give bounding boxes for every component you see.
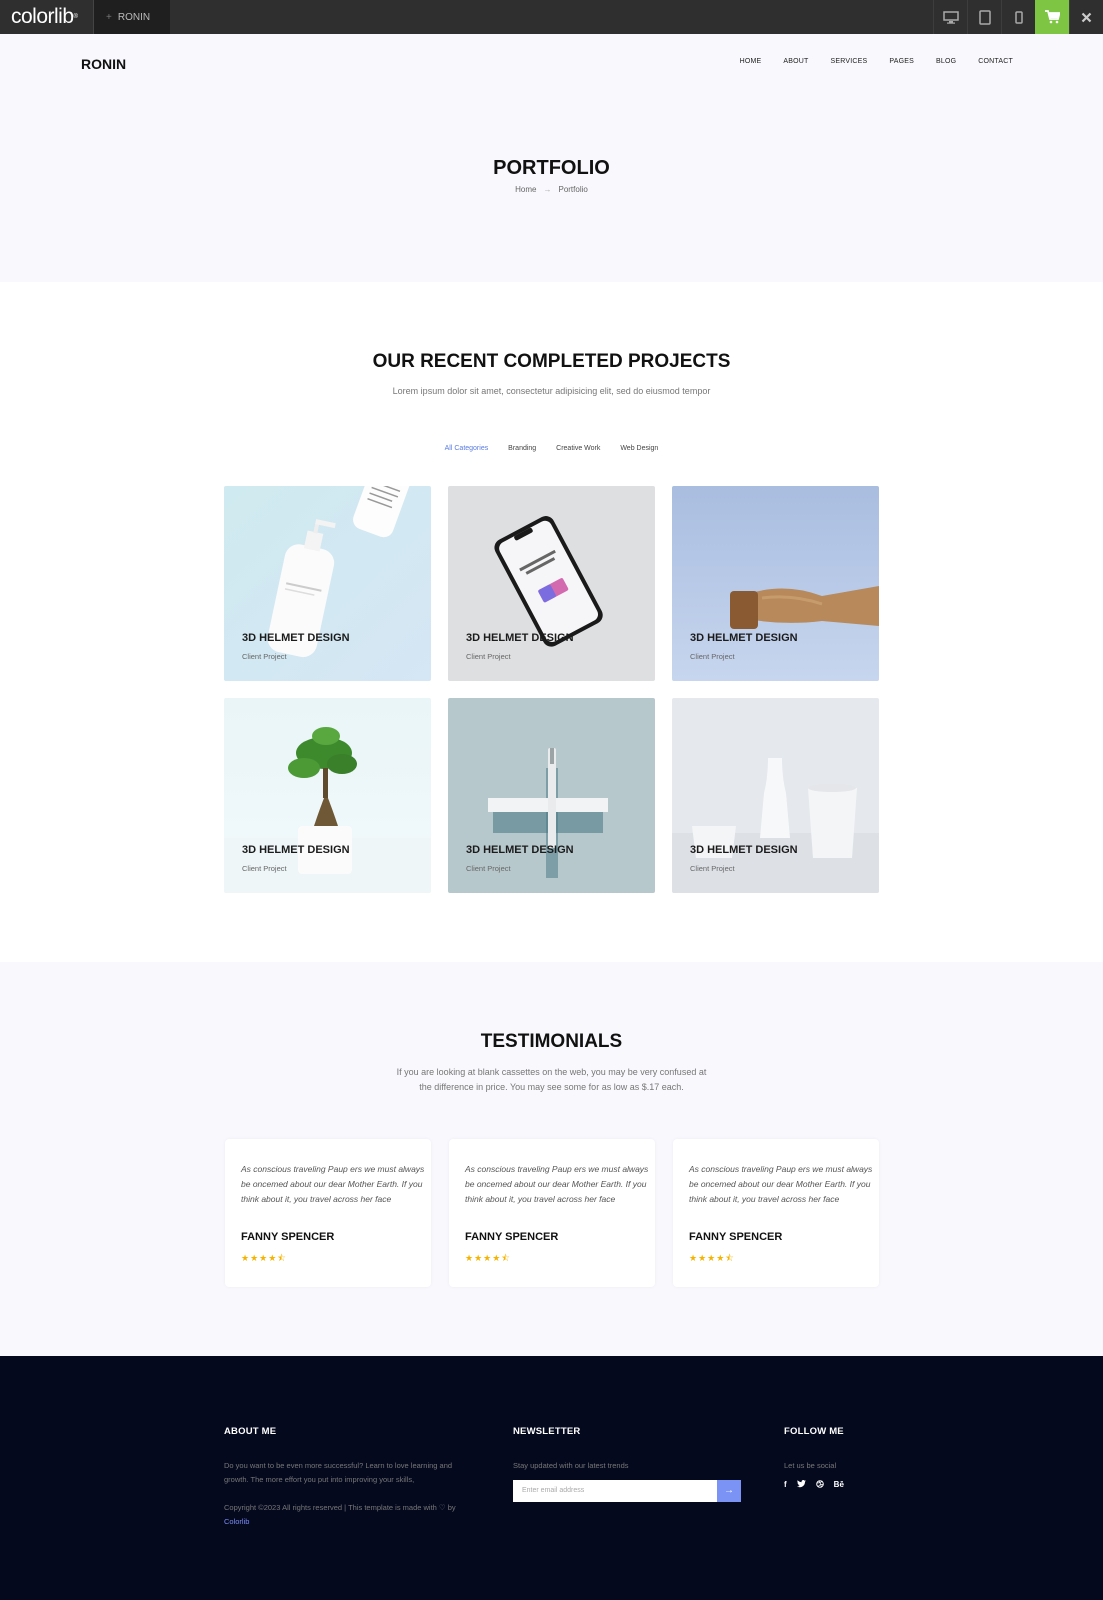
project-subtitle: Client Project [242, 652, 287, 661]
star-rating: ★★★★⯪ [241, 1253, 287, 1263]
project-subtitle: Client Project [466, 864, 511, 873]
projects-subheading: Lorem ipsum dolor sit amet, consectetur … [392, 386, 711, 396]
filter-web-design[interactable]: Web Design [620, 445, 658, 452]
project-title: 3D HELMET DESIGN [690, 844, 798, 856]
project-card[interactable]: 3D HELMET DESIGN Client Project [672, 698, 879, 893]
project-title: 3D HELMET DESIGN [466, 844, 574, 856]
testimonial-card: As conscious traveling Paup ers we must … [225, 1139, 431, 1287]
project-subtitle: Client Project [242, 864, 287, 873]
project-card[interactable]: 3D HELMET DESIGN Client Project [448, 698, 655, 893]
project-title: 3D HELMET DESIGN [690, 632, 798, 644]
testimonial-quote: As conscious traveling Paup ers we must … [241, 1164, 425, 1204]
testimonial-quote: As conscious traveling Paup ers we must … [465, 1164, 649, 1204]
nav-item-about[interactable]: ABOUT [783, 58, 808, 65]
nav-item-services[interactable]: SERVICES [831, 58, 868, 65]
subscribe-button[interactable]: → [717, 1480, 741, 1502]
project-title: 3D HELMET DESIGN [242, 844, 350, 856]
plus-icon: + [106, 11, 112, 23]
social-links: f Bē [784, 1480, 844, 1490]
project-title: 3D HELMET DESIGN [466, 632, 574, 644]
nav-item-contact[interactable]: CONTACT [978, 58, 1013, 65]
nav-item-blog[interactable]: BLOG [936, 58, 956, 65]
page-banner: RONIN HOME ABOUT SERVICES PAGES BLOG CON… [0, 34, 1103, 282]
newsletter-heading: NEWSLETTER [513, 1426, 581, 1437]
colorlib-link[interactable]: Colorlib [224, 1517, 249, 1526]
arrow-right-icon: → [724, 1485, 734, 1496]
filter-branding[interactable]: Branding [508, 445, 536, 452]
testimonials-heading: TESTIMONIALS [480, 1031, 623, 1052]
mobile-icon[interactable] [1001, 0, 1035, 34]
testimonial-quote: As conscious traveling Paup ers we must … [689, 1164, 873, 1204]
projects-heading: OUR RECENT COMPLETED PROJECTS [372, 351, 731, 372]
about-heading: ABOUT ME [224, 1426, 277, 1437]
nav-item-home[interactable]: HOME [740, 58, 762, 65]
arrow-right-icon: → [543, 185, 552, 194]
project-card[interactable]: 3D HELMET DESIGN Client Project [224, 698, 431, 893]
project-subtitle: Client Project [690, 652, 735, 661]
breadcrumb: Home → Portfolio [0, 185, 1103, 194]
cart-icon[interactable] [1035, 0, 1069, 34]
testimonials-subheading-2: the difference in price. You may see som… [419, 1082, 684, 1092]
page-title: PORTFOLIO [493, 157, 610, 179]
twitter-icon[interactable] [796, 1480, 806, 1490]
nav-item-pages[interactable]: PAGES [889, 58, 914, 65]
copyright: Copyright ©2023 All rights reserved | Th… [224, 1503, 456, 1526]
project-subtitle: Client Project [466, 652, 511, 661]
facebook-icon[interactable]: f [784, 1480, 787, 1490]
dribbble-icon[interactable] [815, 1480, 824, 1490]
testimonials-subheading-1: If you are looking at blank cassettes on… [396, 1067, 707, 1077]
filter-all-categories[interactable]: All Categories [445, 445, 489, 452]
testimonial-card: As conscious traveling Paup ers we must … [449, 1139, 655, 1287]
about-text: Do you want to be even more successful? … [224, 1461, 453, 1484]
tablet-icon[interactable] [967, 0, 1001, 34]
breadcrumb-home[interactable]: Home [515, 185, 536, 194]
site-footer: ABOUT ME Do you want to be even more suc… [0, 1356, 1103, 1600]
site-brand[interactable]: RONIN [81, 56, 126, 72]
testimonial-card: As conscious traveling Paup ers we must … [673, 1139, 879, 1287]
portfolio-filters: All Categories Branding Creative Work We… [0, 445, 1103, 452]
close-icon[interactable] [1069, 0, 1103, 34]
desktop-icon[interactable] [933, 0, 967, 34]
project-subtitle: Client Project [690, 864, 735, 873]
project-card[interactable]: 3D HELMET DESIGN Client Project [448, 486, 655, 681]
testimonial-author: FANNY SPENCER [689, 1231, 783, 1243]
testimonial-author: FANNY SPENCER [241, 1231, 335, 1243]
newsletter-text: Stay updated with our latest trends [513, 1461, 629, 1470]
follow-text: Let us be social [784, 1461, 837, 1470]
star-rating: ★★★★⯪ [689, 1253, 735, 1263]
behance-icon[interactable]: Bē [834, 1480, 844, 1490]
colorlib-logo[interactable]: colorlib ® [0, 0, 94, 34]
project-tab[interactable]: + RONIN [94, 0, 170, 34]
testimonial-author: FANNY SPENCER [465, 1231, 559, 1243]
main-nav: HOME ABOUT SERVICES PAGES BLOG CONTACT [718, 58, 1013, 65]
project-card[interactable]: 3D HELMET DESIGN Client Project [672, 486, 879, 681]
star-rating: ★★★★⯪ [465, 1253, 511, 1263]
breadcrumb-current: Portfolio [558, 185, 588, 194]
colorlib-topbar: colorlib ® + RONIN [0, 0, 1103, 34]
project-card[interactable]: 3D HELMET DESIGN Client Project [224, 486, 431, 681]
follow-heading: FOLLOW ME [784, 1426, 844, 1437]
filter-creative-work[interactable]: Creative Work [556, 445, 600, 452]
project-title: 3D HELMET DESIGN [242, 632, 350, 644]
email-input[interactable]: Enter email address [513, 1480, 717, 1502]
